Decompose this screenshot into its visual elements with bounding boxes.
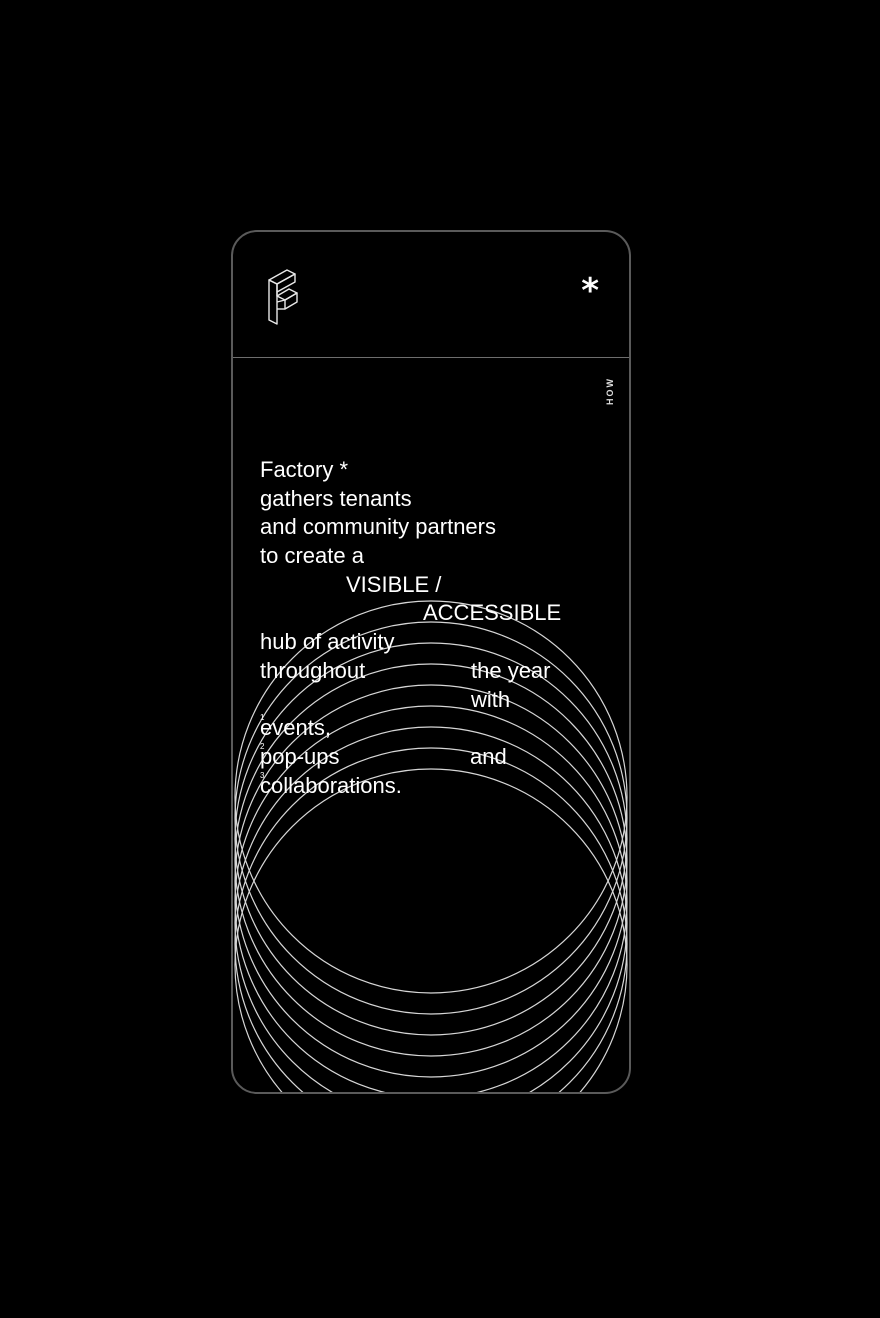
manifesto-line: to create a: [260, 543, 364, 569]
manifesto-text: Factory * gathers tenants and community …: [260, 456, 600, 800]
manifesto-line: gathers tenants: [260, 485, 412, 511]
phone-frame: * HOW Factory * gathers tenants and comm…: [231, 230, 631, 1094]
manifesto-line: and community partners: [260, 514, 496, 540]
manifesto-line: ACCESSIBLE: [423, 600, 562, 626]
manifesto-line: with: [471, 686, 511, 712]
list-item-label: collaborations.: [260, 772, 402, 798]
side-nav-how-link[interactable]: HOW: [605, 377, 615, 405]
list-item-popups: 2 pop-ups: [260, 741, 340, 772]
star-menu-button[interactable]: *: [581, 274, 599, 308]
list-item-collaborations: 3 collaborations.: [260, 770, 402, 801]
manifesto-line: throughout: [260, 657, 366, 683]
list-item-label: events,: [260, 715, 331, 741]
manifesto-line: VISIBLE /: [346, 571, 442, 597]
list-item-events: 1 events,: [260, 714, 331, 743]
manifesto-line: hub of activity: [260, 629, 395, 655]
list-item-label: pop-ups: [260, 743, 340, 769]
manifesto-line: and: [470, 743, 507, 769]
app-header: *: [233, 232, 629, 358]
list-number: 2: [260, 741, 265, 751]
manifesto-line: the year: [471, 657, 551, 683]
manifesto-line: Factory *: [260, 457, 349, 482]
list-number: 3: [260, 770, 265, 780]
factory-f-logo-icon[interactable]: [265, 266, 305, 326]
list-number: 1: [260, 713, 265, 723]
